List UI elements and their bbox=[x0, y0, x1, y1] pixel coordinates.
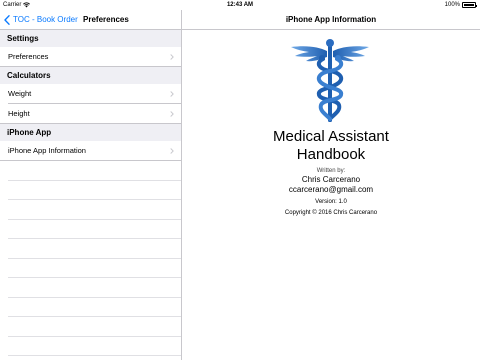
status-time: 12:43 AM bbox=[226, 2, 254, 8]
row-label: Weight bbox=[8, 89, 32, 98]
empty-row bbox=[0, 161, 181, 181]
row-weight[interactable]: Weight bbox=[0, 84, 181, 104]
chevron-right-icon bbox=[170, 54, 174, 60]
section-header-settings: Settings bbox=[0, 30, 181, 47]
battery-icon bbox=[462, 2, 477, 8]
chevron-right-icon bbox=[170, 91, 174, 97]
empty-row bbox=[0, 298, 181, 318]
detail-title: iPhone App Information bbox=[285, 15, 377, 24]
detail-pane: iPhone App Information Medical Assistant… bbox=[182, 10, 480, 360]
empty-row bbox=[0, 200, 181, 220]
app-title-line-1: Medical Assistant bbox=[273, 128, 389, 145]
status-bar: Carrier 12:43 AM 100% bbox=[0, 0, 480, 10]
row-label: Height bbox=[8, 109, 30, 118]
chevron-right-icon bbox=[170, 111, 174, 117]
copyright-label: Copyright © 2016 Chris Carcerano bbox=[284, 210, 378, 216]
chevron-right-icon bbox=[170, 148, 174, 154]
caduceus-icon bbox=[291, 39, 369, 122]
app-title-line-2: Handbook bbox=[296, 146, 366, 163]
empty-row bbox=[0, 337, 181, 357]
written-by-label: Written by: bbox=[316, 168, 346, 174]
detail-nav-bar: iPhone App Information bbox=[182, 10, 480, 30]
version-label: Version: 1.0 bbox=[315, 199, 347, 205]
row-height[interactable]: Height bbox=[0, 104, 181, 124]
section-header-iphone-app: iPhone App bbox=[0, 124, 181, 141]
master-nav-bar: TOC - Book Order Preferences bbox=[0, 10, 181, 30]
section-header-calculators: Calculators bbox=[0, 67, 181, 84]
empty-row bbox=[0, 259, 181, 279]
master-title: Preferences bbox=[83, 15, 129, 24]
empty-row bbox=[0, 220, 181, 240]
empty-row bbox=[0, 181, 181, 201]
battery-fill bbox=[464, 4, 474, 6]
row-label: Preferences bbox=[8, 52, 49, 61]
row-iphone-app-information[interactable]: iPhone App Information bbox=[0, 141, 181, 161]
back-button[interactable]: TOC - Book Order bbox=[4, 10, 78, 29]
row-preferences[interactable]: Preferences bbox=[0, 47, 181, 67]
empty-row bbox=[0, 278, 181, 298]
empty-row bbox=[0, 317, 181, 337]
master-pane: TOC - Book Order Preferences Settings Pr… bbox=[0, 10, 182, 360]
empty-row bbox=[0, 239, 181, 259]
author-email: ccarcerano@gmail.com bbox=[288, 185, 374, 194]
battery-percent: 100% bbox=[444, 2, 460, 8]
empty-rows bbox=[0, 161, 181, 356]
back-button-label: TOC - Book Order bbox=[13, 15, 78, 24]
app-title: Medical Assistant Handbook bbox=[182, 128, 480, 164]
chevron-left-icon bbox=[4, 14, 10, 25]
status-right: 100% bbox=[444, 0, 477, 10]
row-label: iPhone App Information bbox=[8, 146, 86, 155]
author-name: Chris Carcerano bbox=[301, 175, 361, 184]
